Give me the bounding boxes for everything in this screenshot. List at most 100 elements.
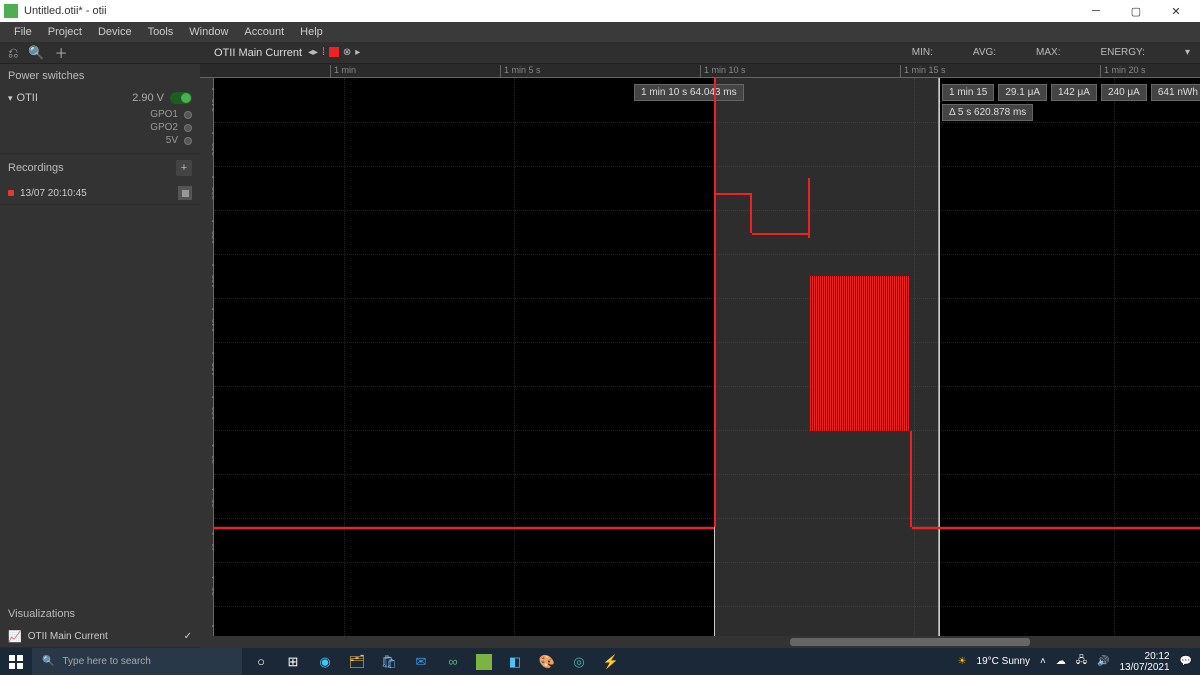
chart-tab-label: OTII Main Current xyxy=(214,47,302,59)
menubar: File Project Device Tools Window Account… xyxy=(0,22,1200,42)
horizontal-scrollbar[interactable] xyxy=(200,636,1200,648)
tray-chevron-icon[interactable]: ˄ xyxy=(1040,656,1046,667)
chart-container: 1 min 1 min 5 s 1 min 10 s 1 min 15 s 1 … xyxy=(200,64,1200,648)
notifications-icon[interactable]: 💬 xyxy=(1180,656,1192,667)
menu-project[interactable]: Project xyxy=(40,24,90,40)
app-icon[interactable] xyxy=(476,654,492,670)
marker-end-time: 1 min 15 xyxy=(942,84,994,101)
zoom-icon[interactable]: 🔍 xyxy=(28,45,44,61)
waveform-step xyxy=(716,193,750,195)
marker-delta: Δ 5 s 620.878 ms xyxy=(942,104,1033,121)
recordings-header: Recordings + xyxy=(0,154,200,182)
sidebar: Power switches ▾ OTII 2.90 V GPO1 GPO2 5… xyxy=(0,64,200,648)
marker-avg-value: 142 μA xyxy=(1051,84,1097,101)
app-icon xyxy=(4,4,18,18)
scrollbar-thumb[interactable] xyxy=(790,638,1030,646)
check-icon: ✓ xyxy=(184,631,192,642)
tab-remove-icon[interactable]: ⊗ xyxy=(343,47,351,58)
time-axis[interactable]: 1 min 1 min 5 s 1 min 10 s 1 min 15 s 1 … xyxy=(200,64,1200,78)
visualizations-header: Visualizations xyxy=(0,602,200,626)
app-icon[interactable]: 🎨 xyxy=(538,653,556,671)
viz-item[interactable]: 📈 OTII Main Current ✓ xyxy=(0,626,200,647)
weather-text[interactable]: 19°C Sunny xyxy=(977,656,1030,667)
indicator-dot xyxy=(184,111,192,119)
windows-taskbar: 🔍 Type here to search ○ ⊞ ◉ 🗂 🛍 ✉ ∞ ◧ 🎨 … xyxy=(0,648,1200,675)
window-title: Untitled.otii* - otii xyxy=(24,5,1076,17)
time-tick: 1 min 20 s xyxy=(1100,65,1146,78)
taskbar-date: 13/07/2021 xyxy=(1119,662,1169,673)
weather-icon[interactable]: ☀ xyxy=(958,656,967,667)
menu-window[interactable]: Window xyxy=(181,24,236,40)
cut-icon[interactable]: ⎌ xyxy=(8,45,18,61)
volume-icon[interactable]: 🔊 xyxy=(1097,656,1109,667)
waveform-drop xyxy=(750,193,752,233)
stop-recording-button[interactable] xyxy=(178,186,192,200)
waveform-rise xyxy=(808,178,810,238)
waveform-drop xyxy=(910,431,912,527)
stat-dropdown-icon[interactable]: ▾ xyxy=(1185,47,1190,58)
menu-device[interactable]: Device xyxy=(90,24,140,40)
cortana-icon[interactable]: ○ xyxy=(252,653,270,671)
search-icon: 🔍 xyxy=(42,656,54,667)
gpo-5v-row[interactable]: 5V xyxy=(8,134,192,147)
edge-icon[interactable]: ◉ xyxy=(316,653,334,671)
add-recording-button[interactable]: + xyxy=(176,160,192,176)
device-voltage: 2.90 V xyxy=(132,92,164,104)
menu-help[interactable]: Help xyxy=(292,24,331,40)
gpo2-row[interactable]: GPO2 xyxy=(8,121,192,134)
minimize-button[interactable]: ─ xyxy=(1076,0,1116,22)
taskbar-clock[interactable]: 20:12 13/07/2021 xyxy=(1119,651,1169,673)
otii-taskbar-icon[interactable]: ⚡ xyxy=(602,653,620,671)
onedrive-icon[interactable]: ☁ xyxy=(1056,656,1066,667)
network-icon[interactable]: 🖧 xyxy=(1076,653,1087,670)
marker-start-time: 1 min 10 s 64.043 ms xyxy=(634,84,744,101)
device-row[interactable]: ▾ OTII 2.90 V xyxy=(0,88,200,106)
chart-tab[interactable]: OTII Main Current ◂▸ ⁞ ⊗ ▸ xyxy=(206,45,368,61)
marker-end-line[interactable] xyxy=(939,78,940,636)
waveform-baseline xyxy=(912,527,1200,529)
maximize-button[interactable]: ▢ xyxy=(1116,0,1156,22)
file-explorer-icon[interactable]: 🗂 xyxy=(348,653,366,671)
search-placeholder: Type here to search xyxy=(62,656,150,667)
marker-min-value: 29.1 μA xyxy=(998,84,1047,101)
app-icon[interactable]: ◧ xyxy=(506,653,524,671)
task-view-icon[interactable]: ⊞ xyxy=(284,653,302,671)
stat-min-label: MIN: xyxy=(912,47,933,58)
tab-prev-icon[interactable]: ◂▸ xyxy=(308,47,318,58)
stat-max-label: MAX: xyxy=(1036,47,1060,58)
tab-expand-icon[interactable]: ⁞ xyxy=(322,47,325,58)
stat-energy-label: ENERGY: xyxy=(1101,47,1145,58)
waveform-spike xyxy=(714,78,716,527)
taskbar-time: 20:12 xyxy=(1119,651,1169,662)
app-icon[interactable]: ∞ xyxy=(444,653,462,671)
mail-icon[interactable]: ✉ xyxy=(412,653,430,671)
tab-play-icon[interactable]: ▸ xyxy=(355,47,360,58)
menu-account[interactable]: Account xyxy=(236,24,292,40)
recording-item[interactable]: 13/07 20:10:45 xyxy=(0,182,200,204)
menu-tools[interactable]: Tools xyxy=(140,24,182,40)
chevron-down-icon[interactable]: ▾ xyxy=(8,93,13,104)
record-indicator-icon xyxy=(8,190,14,196)
power-switches-header: Power switches xyxy=(0,64,200,88)
gpo1-row[interactable]: GPO1 xyxy=(8,108,192,121)
start-button[interactable] xyxy=(0,648,32,675)
menu-file[interactable]: File xyxy=(6,24,40,40)
time-tick: 1 min 5 s xyxy=(500,65,541,78)
y-axis[interactable]: 0 μA 20 μA 40 μA 60 μA 80 μA 100 μA 120 … xyxy=(200,78,214,636)
plot-area[interactable]: 1 min 10 s 64.043 ms 1 min 15 29.1 μA 14… xyxy=(214,78,1200,636)
tab-color-icon[interactable] xyxy=(329,47,339,57)
add-icon[interactable]: ＋ xyxy=(55,43,68,62)
time-tick: 1 min 10 s xyxy=(700,65,746,78)
marker-energy-value: 641 nWh xyxy=(1151,84,1200,101)
store-icon[interactable]: 🛍 xyxy=(380,653,398,671)
close-button[interactable]: ✕ xyxy=(1156,0,1196,22)
indicator-dot xyxy=(184,124,192,132)
viz-label: OTII Main Current xyxy=(28,631,108,642)
waveform-burst xyxy=(844,313,910,431)
taskbar-search[interactable]: 🔍 Type here to search xyxy=(32,648,242,675)
app-icon[interactable]: ◎ xyxy=(570,653,588,671)
toolbar: ⎌ 🔍 ＋ OTII Main Current ◂▸ ⁞ ⊗ ▸ MIN: AV… xyxy=(0,42,1200,64)
device-power-toggle[interactable] xyxy=(170,92,192,104)
waveform-baseline xyxy=(214,527,714,529)
indicator-dot xyxy=(184,137,192,145)
